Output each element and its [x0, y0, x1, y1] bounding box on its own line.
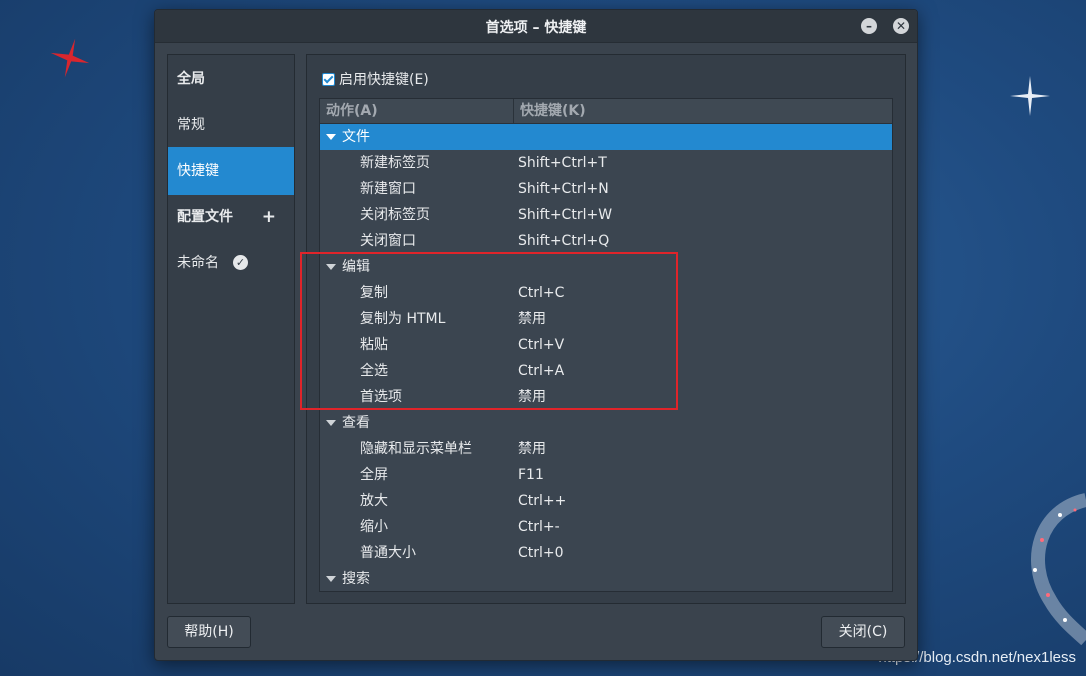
minimize-icon[interactable]: –	[861, 18, 877, 34]
expand-arrow-icon[interactable]	[326, 134, 336, 140]
close-button[interactable]: 关闭(C)	[821, 616, 905, 648]
action-label: 关闭窗口	[360, 233, 416, 249]
action-label: 全屏	[360, 467, 388, 483]
shortcut-value[interactable]: 禁用	[518, 436, 546, 462]
window-title: 首选项 – 快捷键	[485, 20, 587, 36]
checkbox-checked-icon[interactable]	[322, 72, 335, 86]
shortcut-value[interactable]: Ctrl+V	[518, 332, 564, 358]
shortcut-value[interactable]: Ctrl+C	[518, 280, 564, 306]
sidebar-item-general[interactable]: 常规	[168, 101, 294, 149]
sidebar-item-unnamed-profile[interactable]: 未命名 ✓	[168, 239, 294, 287]
shortcut-value[interactable]: Ctrl++	[518, 488, 566, 514]
enable-shortcuts-label: 启用快捷键(E)	[339, 72, 429, 88]
sidebar-item-label: 未命名	[177, 255, 219, 271]
tree-action-row[interactable]: 普通大小 Ctrl+0	[320, 540, 892, 566]
shortcut-value[interactable]: 禁用	[518, 384, 546, 410]
action-label: 粘贴	[360, 337, 388, 353]
action-label: 新建标签页	[360, 155, 430, 171]
action-label: 全选	[360, 363, 388, 379]
tree-action-row[interactable]: 缩小 Ctrl+-	[320, 514, 892, 540]
action-label: 关闭标签页	[360, 207, 430, 223]
tree-category-label: 文件	[342, 129, 370, 145]
preferences-dialog: 首选项 – 快捷键 – ✕ 全局 常规 快捷键 配置文件 + 未命名 ✓ 启用快…	[154, 9, 918, 661]
tree-action-row[interactable]: 全屏 F11	[320, 462, 892, 488]
tree-action-row[interactable]: 首选项 禁用	[320, 384, 892, 410]
action-label: 新建窗口	[360, 181, 416, 197]
action-label: 首选项	[360, 389, 402, 405]
sidebar-header-label: 全局	[177, 71, 205, 87]
expand-arrow-icon[interactable]	[326, 264, 336, 270]
tree-category-row[interactable]: 搜索	[320, 566, 892, 591]
shortcuts-tree[interactable]: 动作(A) 快捷键(K) 文件新建标签页 Shift+Ctrl+T 新建窗口 Shif…	[319, 98, 893, 592]
tree-category-row[interactable]: 查看	[320, 410, 892, 436]
sidebar: 全局 常规 快捷键 配置文件 + 未命名 ✓	[167, 54, 295, 604]
tree-action-row[interactable]: 隐藏和显示菜单栏 禁用	[320, 436, 892, 462]
tree-category-row[interactable]: 编辑	[320, 254, 892, 280]
sidebar-item-label: 常规	[177, 117, 205, 133]
shortcut-value[interactable]: Shift+Ctrl+T	[518, 150, 607, 176]
sidebar-header-global: 全局	[168, 55, 294, 103]
tree-action-row[interactable]: 复制为 HTML 禁用	[320, 306, 892, 332]
action-label: 复制为 HTML	[360, 311, 446, 327]
tree-category-label: 查看	[342, 415, 370, 431]
tree-header: 动作(A) 快捷键(K)	[320, 99, 892, 124]
action-label: 复制	[360, 285, 388, 301]
tree-action-row[interactable]: 关闭窗口 Shift+Ctrl+Q	[320, 228, 892, 254]
tree-action-row[interactable]: 新建窗口 Shift+Ctrl+N	[320, 176, 892, 202]
action-label: 隐藏和显示菜单栏	[360, 441, 472, 457]
tree-category-row[interactable]: 文件	[320, 124, 892, 150]
tree-action-row[interactable]: 全选 Ctrl+A	[320, 358, 892, 384]
red-star-decoration	[50, 38, 90, 78]
shortcut-value[interactable]: Ctrl+A	[518, 358, 564, 384]
tree-action-row[interactable]: 放大 Ctrl++	[320, 488, 892, 514]
white-star-decoration	[1010, 76, 1050, 116]
shortcut-value[interactable]: Shift+Ctrl+Q	[518, 228, 609, 254]
action-label: 缩小	[360, 519, 388, 535]
column-header-action[interactable]: 动作(A)	[326, 99, 378, 123]
shortcut-value[interactable]: Shift+Ctrl+N	[518, 176, 609, 202]
shortcut-value[interactable]: Shift+Ctrl+W	[518, 202, 612, 228]
tree-action-row[interactable]: 新建标签页 Shift+Ctrl+T	[320, 150, 892, 176]
shortcut-value[interactable]: Ctrl+-	[518, 514, 560, 540]
action-label: 普通大小	[360, 545, 416, 561]
tree-action-row[interactable]: 关闭标签页 Shift+Ctrl+W	[320, 202, 892, 228]
action-label: 放大	[360, 493, 388, 509]
column-divider[interactable]	[513, 99, 514, 123]
tree-action-row[interactable]: 复制 Ctrl+C	[320, 280, 892, 306]
tree-category-label: 搜索	[342, 571, 370, 587]
title-bar: 首选项 – 快捷键 – ✕	[155, 10, 917, 43]
expand-arrow-icon[interactable]	[326, 420, 336, 426]
tree-action-row[interactable]: 粘贴 Ctrl+V	[320, 332, 892, 358]
sparkle-swirl-decoration	[1031, 493, 1086, 646]
tree-category-label: 编辑	[342, 259, 370, 275]
help-button[interactable]: 帮助(H)	[167, 616, 251, 648]
column-header-shortcut[interactable]: 快捷键(K)	[520, 99, 586, 123]
shortcuts-panel: 启用快捷键(E) 动作(A) 快捷键(K) 文件新建标签页 Shift+Ctrl+…	[306, 54, 906, 604]
sidebar-header-profiles: 配置文件 +	[168, 193, 294, 241]
check-circle-icon: ✓	[233, 255, 248, 270]
enable-shortcuts-checkbox[interactable]: 启用快捷键(E)	[322, 71, 429, 89]
shortcut-value[interactable]: 禁用	[518, 306, 546, 332]
shortcut-value[interactable]: F11	[518, 462, 544, 488]
sidebar-item-shortcuts[interactable]: 快捷键	[168, 147, 294, 195]
expand-arrow-icon[interactable]	[326, 576, 336, 582]
plus-icon[interactable]: +	[262, 193, 276, 241]
close-icon[interactable]: ✕	[893, 18, 909, 34]
shortcut-value[interactable]: Ctrl+0	[518, 540, 564, 566]
sidebar-item-label: 快捷键	[177, 163, 219, 179]
sidebar-header-label: 配置文件	[177, 209, 233, 225]
